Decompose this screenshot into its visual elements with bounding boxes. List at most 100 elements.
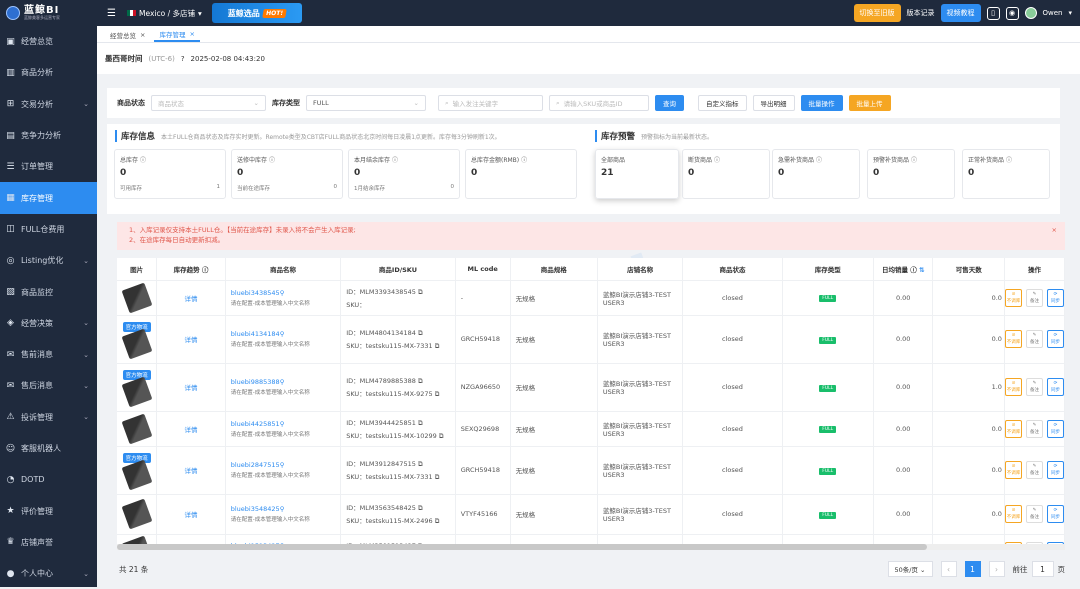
sidebar-item-12[interactable]: ⚠ 投诉管理 ⌄ (0, 402, 97, 433)
close-icon[interactable]: × (1052, 226, 1057, 236)
sidebar-item-1[interactable]: ▥ 商品分析 (0, 57, 97, 88)
sidebar-item-11[interactable]: ✉ 售后消息 ⌄ (0, 370, 97, 401)
version-log-link[interactable]: 版本记录 (907, 8, 935, 18)
help-icon[interactable]: ⓘ (392, 157, 398, 164)
help-icon[interactable]: ⓘ (910, 266, 917, 274)
trend-detail-link[interactable]: 详情 (185, 426, 198, 434)
note-button[interactable]: ✎备注 (1025, 419, 1043, 438)
next-page-button[interactable]: › (988, 561, 1005, 577)
custom-index-button[interactable]: 自定义指标 (698, 95, 747, 111)
sidebar-item-2[interactable]: ⊞ 交易分析 ⌄ (0, 89, 97, 120)
close-icon[interactable]: × (189, 30, 194, 38)
note-button[interactable]: ✎备注 (1025, 505, 1043, 523)
product-name-link[interactable]: bluebi2847515 (231, 461, 280, 469)
product-image[interactable] (121, 282, 153, 313)
table-row[interactable]: 官方物流 详情 bluebi9885388⚲ 请在配置-成本管理输入中文名称 ID… (117, 363, 1065, 412)
prev-page-button[interactable]: ‹ (940, 561, 957, 577)
stock-alert-card[interactable]: 预警补货商品 ⓘ 0 (867, 149, 955, 199)
help-icon[interactable]: ⓘ (269, 157, 275, 164)
sync-button[interactable]: ⟳同步 (1046, 330, 1064, 348)
batch-operation-button[interactable]: 批量操作 (800, 95, 843, 111)
product-name-link[interactable]: bluebi4425851 (231, 420, 280, 428)
stock-alert-card[interactable]: 断货商品 ⓘ 0 (682, 149, 770, 199)
copy-icon[interactable]: ⧉ (435, 342, 440, 350)
stock-alert-card[interactable]: 正常补货商品 ⓘ 0 (962, 149, 1050, 199)
trend-detail-link[interactable]: 详情 (185, 336, 198, 344)
sidebar-item-16[interactable]: ♛ 店铺声誉 (0, 527, 97, 558)
sku-search-input[interactable]: ⌕ 请输入SKU或商品ID (549, 95, 649, 111)
mobile-icon[interactable]: ▯ (986, 6, 1000, 20)
sidebar-item-13[interactable]: ☺ 客服机器人 (0, 433, 97, 464)
page-1-button[interactable]: 1 (964, 561, 981, 577)
help-icon[interactable]: ⓘ (140, 157, 146, 164)
video-tutorial-button[interactable]: 视频教程 (940, 4, 981, 22)
link-icon[interactable]: ⚲ (280, 461, 285, 469)
close-icon[interactable]: × (140, 31, 145, 39)
export-button[interactable]: 导出明细 (752, 95, 795, 111)
help-icon[interactable]: ⓘ (521, 157, 527, 164)
sort-icon[interactable]: ⇅ (919, 266, 924, 274)
switch-old-version-button[interactable]: 切换至旧版 (853, 4, 901, 22)
copy-icon[interactable]: ⧉ (418, 504, 423, 512)
copy-icon[interactable]: ⧉ (418, 419, 423, 427)
goto-input[interactable]: 1 (1031, 561, 1054, 577)
product-image[interactable] (121, 328, 153, 360)
sidebar-item-5[interactable]: ▦ 库存管理 (0, 182, 97, 214)
copy-icon[interactable]: ⧉ (418, 329, 423, 337)
link-icon[interactable]: ⚲ (280, 289, 285, 297)
product-name-link[interactable]: bluebi3438545 (231, 289, 280, 297)
table-row[interactable]: 详情 bluebi3548425⚲ 请在配置-成本管理输入中文名称 ID：MLM3… (117, 494, 1065, 535)
note-search-input[interactable]: ⌕ 输入发注关键字 (438, 95, 543, 111)
promo-banner[interactable]: 蓝鲸选品 HOT! (211, 3, 302, 23)
product-name-link[interactable]: bluebi4134184 (231, 330, 280, 338)
stock-alert-card[interactable]: 全部商品 21 (595, 149, 679, 199)
region-selector[interactable]: Mexico / 多店铺 ▾ (127, 8, 202, 19)
copy-icon[interactable]: ⧉ (435, 473, 440, 481)
no-restock-button[interactable]: ⊘不调库 (1004, 461, 1022, 479)
note-button[interactable]: ✎备注 (1025, 378, 1043, 396)
note-button[interactable]: ✎备注 (1025, 288, 1043, 307)
product-name-link[interactable]: bluebi9885388 (231, 378, 280, 386)
sidebar-item-15[interactable]: ★ 评价管理 (0, 495, 97, 526)
sync-button[interactable]: ⟳同步 (1046, 505, 1064, 523)
no-restock-button[interactable]: ⊘不调库 (1004, 378, 1022, 396)
wechat-icon[interactable]: ◉ (1005, 6, 1019, 20)
copy-icon[interactable]: ⧉ (418, 288, 423, 296)
horizontal-scrollbar[interactable] (117, 544, 1065, 550)
sidebar-item-10[interactable]: ✉ 售前消息 ⌄ (0, 339, 97, 370)
stock-alert-card[interactable]: 急需补货商品 ⓘ 0 (772, 149, 860, 199)
avatar[interactable] (1024, 7, 1037, 19)
sidebar-item-8[interactable]: ▧ 商品监控 (0, 276, 97, 307)
product-image[interactable] (121, 459, 153, 491)
sync-button[interactable]: ⟳同步 (1046, 461, 1064, 479)
no-restock-button[interactable]: ⊘不调库 (1004, 330, 1022, 348)
table-row[interactable]: 详情 bluebi4425851⚲ 请在配置-成本管理输入中文名称 ID：MLM3… (117, 411, 1065, 447)
sync-button[interactable]: ⟳同步 (1046, 419, 1064, 438)
product-image[interactable] (121, 498, 153, 530)
link-icon[interactable]: ⚲ (280, 505, 285, 513)
link-icon[interactable]: ⚲ (280, 330, 285, 338)
status-select[interactable]: 商品状态 ⌄ (151, 95, 266, 111)
trend-detail-link[interactable]: 详情 (185, 467, 198, 475)
page-size-select[interactable]: 50条/页 ⌄ (887, 561, 933, 577)
help-icon[interactable]: ⓘ (911, 157, 917, 164)
sidebar-item-9[interactable]: ◈ 经营决策 ⌄ (0, 308, 97, 339)
product-image[interactable] (121, 376, 153, 408)
sidebar-item-4[interactable]: ☰ 订单管理 (0, 151, 97, 182)
copy-icon[interactable]: ⧉ (418, 377, 423, 385)
note-button[interactable]: ✎备注 (1025, 330, 1043, 348)
tab-overview[interactable]: 经营总览 × (105, 28, 150, 42)
product-image[interactable] (121, 413, 153, 444)
help-icon[interactable]: ? (181, 55, 185, 63)
product-name-link[interactable]: bluebi3548425 (231, 505, 280, 513)
table-row[interactable]: 官方物流 详情 bluebi2847515⚲ 请在配置-成本管理输入中文名称 ID… (117, 446, 1065, 495)
sync-button[interactable]: ⟳同步 (1046, 378, 1064, 396)
help-icon[interactable]: ⓘ (202, 266, 209, 274)
sidebar-item-6[interactable]: ◫ FULL仓费用 (0, 214, 97, 245)
sidebar-item-7[interactable]: ◎ Listing优化 ⌄ (0, 245, 97, 276)
tab-inventory[interactable]: 库存管理 × (154, 28, 200, 42)
no-restock-button[interactable]: ⊘不调库 (1004, 288, 1022, 307)
sync-button[interactable]: ⟳同步 (1046, 288, 1064, 307)
trend-detail-link[interactable]: 详情 (185, 295, 198, 303)
link-icon[interactable]: ⚲ (280, 420, 285, 428)
